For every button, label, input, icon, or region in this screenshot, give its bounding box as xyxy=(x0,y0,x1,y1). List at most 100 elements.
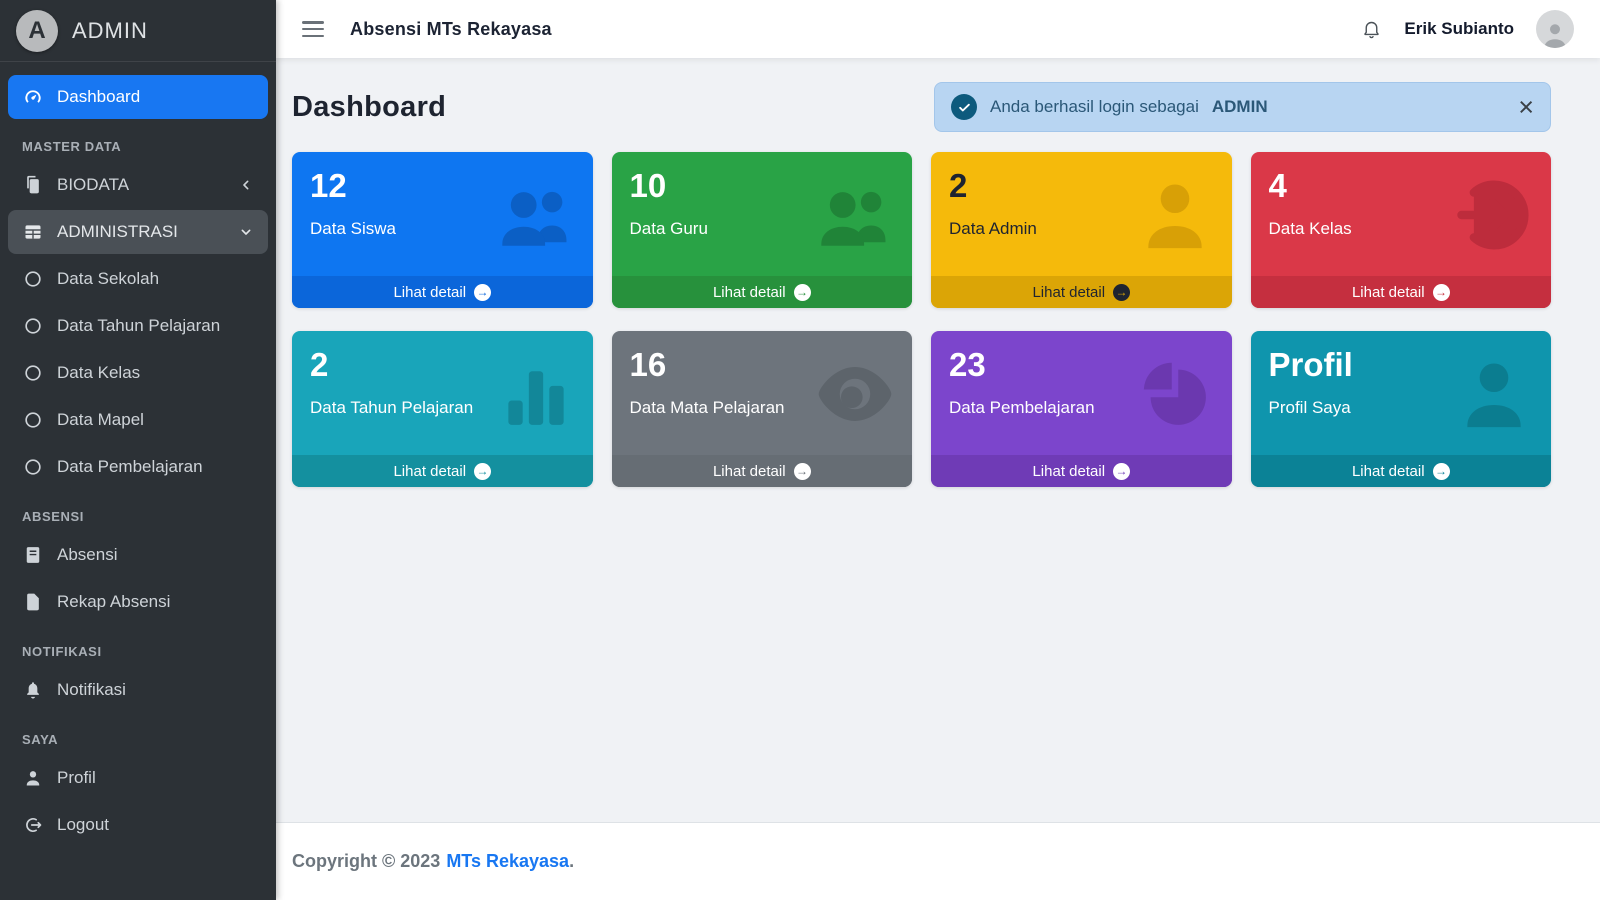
sidebar-item-biodata[interactable]: BIODATA xyxy=(8,163,268,207)
sidebar-item-label: Data Tahun Pelajaran xyxy=(57,314,220,338)
sidebar-item-label: Data Sekolah xyxy=(57,267,159,291)
sign-in-circle-icon xyxy=(1453,176,1535,254)
users-icon xyxy=(814,176,896,254)
stat-card-body: 4 Data Kelas xyxy=(1251,152,1552,276)
page-footer: Copyright © 2023 MTs Rekayasa . xyxy=(276,822,1600,900)
sidebar-item-data-mapel[interactable]: Data Mapel xyxy=(8,398,268,442)
sidebar-item-label: Logout xyxy=(57,813,109,837)
stat-card-body: 10 Data Guru xyxy=(612,152,913,276)
lihat-detail-link[interactable]: Lihat detail → xyxy=(1251,276,1552,308)
arrow-right-circle-icon: → xyxy=(1433,284,1450,301)
lihat-detail-link[interactable]: Lihat detail → xyxy=(292,276,593,308)
content: Dashboard Anda berhasil login sebagai AD… xyxy=(276,58,1600,822)
lihat-detail-label: Lihat detail xyxy=(1352,463,1425,480)
avatar[interactable] xyxy=(1536,10,1574,48)
footer-brand-link[interactable]: MTs Rekayasa xyxy=(446,851,569,872)
lihat-detail-link[interactable]: Lihat detail → xyxy=(1251,455,1552,487)
topbar-right: Erik Subianto xyxy=(1361,10,1574,48)
chevron-down-icon xyxy=(238,224,254,240)
sidebar-item-label: BIODATA xyxy=(57,173,129,197)
sidebar-item-data-pembelajaran[interactable]: Data Pembelajaran xyxy=(8,445,268,489)
stat-card-data-pembelajaran: 23 Data Pembelajaran Lihat detail → xyxy=(931,331,1232,487)
copy-icon xyxy=(22,174,44,196)
brand[interactable]: A ADMIN xyxy=(0,0,276,62)
sidebar-nav: Dashboard MASTER DATA BIODATA ADMINISTRA… xyxy=(0,62,276,847)
sidebar: A ADMIN Dashboard MASTER DATA BIODATA xyxy=(0,0,276,900)
person-icon xyxy=(22,767,44,789)
arrow-right-circle-icon: → xyxy=(1113,463,1130,480)
arrow-right-circle-icon: → xyxy=(794,463,811,480)
pie-chart-icon xyxy=(1134,355,1216,433)
arrow-right-circle-icon: → xyxy=(1113,284,1130,301)
brand-logo-icon: A xyxy=(16,10,58,52)
bell-icon xyxy=(22,679,44,701)
sidebar-item-label: Data Mapel xyxy=(57,408,144,432)
bell-icon[interactable] xyxy=(1361,19,1382,40)
stat-card-data-siswa: 12 Data Siswa Lihat detail → xyxy=(292,152,593,308)
stat-card-data-tahun-pelajaran: 2 Data Tahun Pelajaran Lihat detail → xyxy=(292,331,593,487)
lihat-detail-link[interactable]: Lihat detail → xyxy=(931,276,1232,308)
brand-logo-letter: A xyxy=(28,17,45,45)
stat-card-body: 12 Data Siswa xyxy=(292,152,593,276)
stat-card-data-guru: 10 Data Guru Lihat detail → xyxy=(612,152,913,308)
arrow-right-circle-icon: → xyxy=(474,463,491,480)
speedometer-icon xyxy=(22,86,44,108)
login-success-alert: Anda berhasil login sebagai ADMIN × xyxy=(934,82,1551,132)
page-title: Dashboard xyxy=(292,91,446,124)
sidebar-item-dashboard[interactable]: Dashboard xyxy=(8,75,268,119)
sidebar-item-rekap-absensi[interactable]: Rekap Absensi xyxy=(8,580,268,624)
sidebar-item-profil[interactable]: Profil xyxy=(8,756,268,800)
sidebar-item-data-tahun-pelajaran[interactable]: Data Tahun Pelajaran xyxy=(8,304,268,348)
logout-icon xyxy=(22,814,44,836)
stat-card-body: 23 Data Pembelajaran xyxy=(931,331,1232,455)
sidebar-item-label: Absensi xyxy=(57,543,117,567)
lihat-detail-label: Lihat detail xyxy=(393,463,466,480)
table-icon xyxy=(22,221,44,243)
app-root: A ADMIN Dashboard MASTER DATA BIODATA xyxy=(0,0,1600,900)
sidebar-item-logout[interactable]: Logout xyxy=(8,803,268,847)
stat-card-profil: Profil Profil Saya Lihat detail → xyxy=(1251,331,1552,487)
lihat-detail-link[interactable]: Lihat detail → xyxy=(612,455,913,487)
lihat-detail-label: Lihat detail xyxy=(393,284,466,301)
sidebar-section-saya: SAYA xyxy=(8,715,268,756)
lihat-detail-label: Lihat detail xyxy=(1032,284,1105,301)
stat-card-data-admin: 2 Data Admin Lihat detail → xyxy=(931,152,1232,308)
sidebar-section-master-data: MASTER DATA xyxy=(8,122,268,163)
close-icon[interactable]: × xyxy=(1518,97,1534,117)
hamburger-icon[interactable] xyxy=(302,21,324,37)
eye-icon xyxy=(814,355,896,433)
sidebar-item-absensi[interactable]: Absensi xyxy=(8,533,268,577)
circle-icon xyxy=(22,409,44,431)
arrow-right-circle-icon: → xyxy=(794,284,811,301)
sidebar-item-label: Notifikasi xyxy=(57,678,126,702)
circle-icon xyxy=(22,362,44,384)
copyright-text: Copyright © 2023 xyxy=(292,851,440,872)
check-circle-icon xyxy=(951,94,977,120)
stat-card-body: 2 Data Admin xyxy=(931,152,1232,276)
lihat-detail-label: Lihat detail xyxy=(713,463,786,480)
circle-icon xyxy=(22,268,44,290)
sidebar-section-absensi: ABSENSI xyxy=(8,492,268,533)
stat-card-data-mata-pelajaran: 16 Data Mata Pelajaran Lihat detail → xyxy=(612,331,913,487)
sidebar-section-notifikasi: NOTIFIKASI xyxy=(8,627,268,668)
stat-card-body: 2 Data Tahun Pelajaran xyxy=(292,331,593,455)
app-title: Absensi MTs Rekayasa xyxy=(350,19,552,40)
lihat-detail-label: Lihat detail xyxy=(1352,284,1425,301)
copyright-suffix: . xyxy=(569,851,574,872)
sidebar-item-data-sekolah[interactable]: Data Sekolah xyxy=(8,257,268,301)
sidebar-item-notifikasi[interactable]: Notifikasi xyxy=(8,668,268,712)
lihat-detail-label: Lihat detail xyxy=(713,284,786,301)
chevron-left-icon xyxy=(238,177,254,193)
stat-card-body: Profil Profil Saya xyxy=(1251,331,1552,455)
lihat-detail-link[interactable]: Lihat detail → xyxy=(931,455,1232,487)
user-menu[interactable]: Erik Subianto xyxy=(1404,19,1514,39)
arrow-right-circle-icon: → xyxy=(1433,463,1450,480)
content-head: Dashboard Anda berhasil login sebagai AD… xyxy=(292,82,1551,132)
sidebar-item-administrasi[interactable]: ADMINISTRASI xyxy=(8,210,268,254)
user-icon xyxy=(1134,176,1216,254)
lihat-detail-link[interactable]: Lihat detail → xyxy=(292,455,593,487)
lihat-detail-link[interactable]: Lihat detail → xyxy=(612,276,913,308)
circle-icon xyxy=(22,315,44,337)
brand-name: ADMIN xyxy=(72,18,148,44)
sidebar-item-data-kelas[interactable]: Data Kelas xyxy=(8,351,268,395)
